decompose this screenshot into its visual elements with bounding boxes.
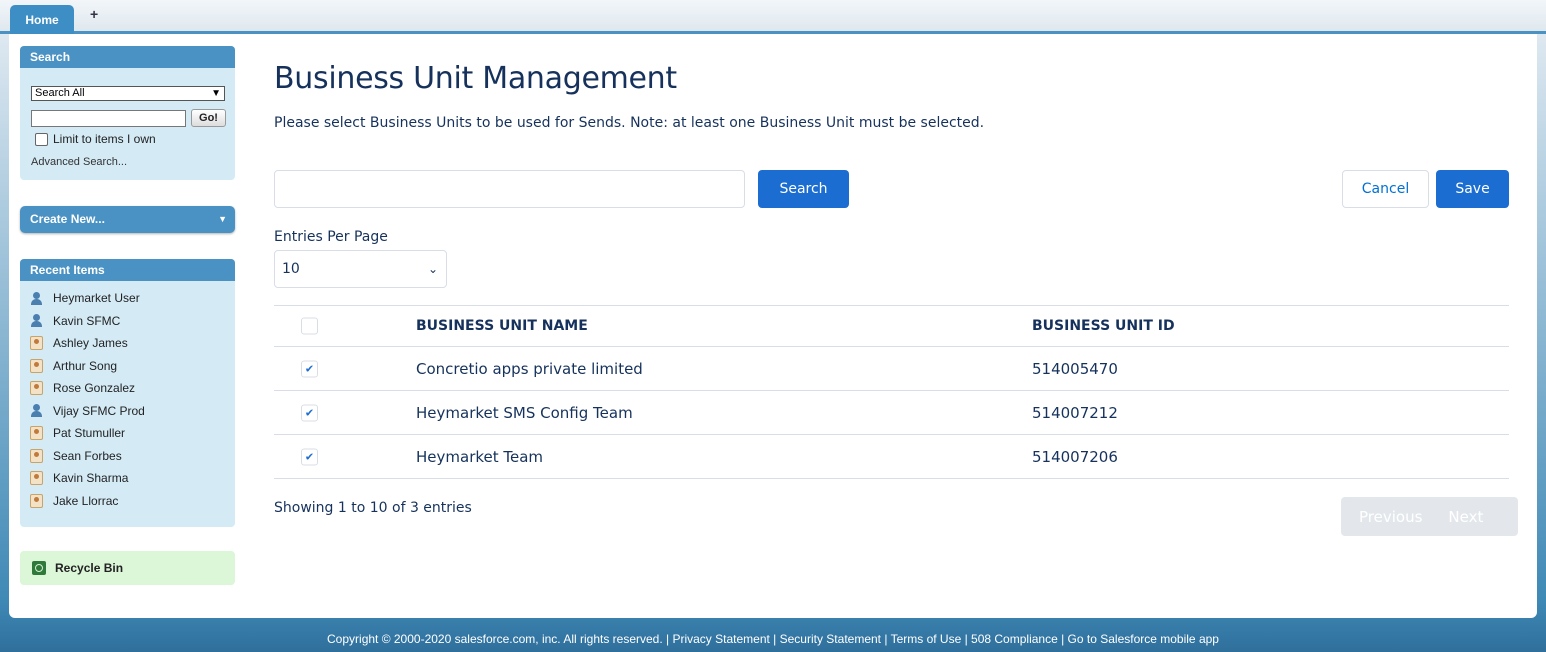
recent-item-label: Arthur Song bbox=[53, 358, 118, 373]
contact-icon bbox=[30, 493, 43, 508]
checkmark-icon: ✔ bbox=[304, 406, 315, 419]
contact-icon bbox=[30, 426, 43, 441]
business-unit-id: 514007206 bbox=[1032, 447, 1118, 466]
recent-item[interactable]: Vijay SFMC Prod bbox=[20, 400, 235, 423]
table-row: ✔ Heymarket SMS Config Team 514007212 bbox=[274, 391, 1509, 435]
contact-icon bbox=[30, 448, 43, 463]
showing-entries-text: Showing 1 to 10 of 3 entries bbox=[274, 500, 472, 516]
search-button[interactable]: Search bbox=[758, 170, 849, 208]
recycle-bin-link[interactable]: Recycle Bin bbox=[20, 551, 235, 585]
recent-items-header: Recent Items bbox=[20, 259, 235, 281]
recent-item-label: Jake Llorrac bbox=[53, 493, 119, 508]
recent-item-label: Pat Stumuller bbox=[53, 426, 126, 441]
recent-item-label: Ashley James bbox=[53, 336, 128, 351]
row-checkbox[interactable]: ✔ bbox=[301, 404, 318, 421]
chevron-down-icon: ⌄ bbox=[427, 262, 438, 276]
create-new-label: Create New... bbox=[30, 212, 105, 226]
recycle-bin-icon bbox=[32, 561, 46, 575]
tab-home[interactable]: Home bbox=[10, 5, 74, 34]
checkmark-icon: ✔ bbox=[304, 450, 315, 463]
business-unit-name: Heymarket SMS Config Team bbox=[416, 403, 633, 422]
limit-checkbox-row[interactable]: Limit to items I own bbox=[35, 132, 156, 146]
go-button[interactable]: Go! bbox=[191, 109, 226, 127]
business-unit-id: 514005470 bbox=[1032, 359, 1118, 378]
table-row: ✔ Concretio apps private limited 514005470 bbox=[274, 347, 1509, 391]
next-button[interactable]: Next bbox=[1448, 508, 1483, 526]
column-header-id[interactable]: BUSINESS UNIT ID bbox=[1032, 318, 1175, 334]
entries-per-page-label: Entries Per Page bbox=[274, 229, 388, 245]
create-new-button[interactable]: Create New... ▼ bbox=[20, 206, 235, 233]
table-header-row: BUSINESS UNIT NAME BUSINESS UNIT ID bbox=[274, 305, 1509, 347]
search-scope-select[interactable]: Search All ▼ bbox=[31, 86, 225, 101]
limit-checkbox-label: Limit to items I own bbox=[53, 132, 156, 146]
previous-button[interactable]: Previous bbox=[1359, 508, 1422, 526]
column-header-name[interactable]: BUSINESS UNIT NAME bbox=[416, 318, 588, 334]
recent-item-label: Sean Forbes bbox=[53, 448, 122, 463]
page-title: Business Unit Management bbox=[274, 61, 677, 96]
cancel-button[interactable]: Cancel bbox=[1342, 170, 1429, 208]
tab-bar: Home + bbox=[0, 0, 1546, 34]
recent-item[interactable]: Pat Stumuller bbox=[20, 422, 235, 445]
contact-icon bbox=[30, 358, 43, 373]
contact-icon bbox=[30, 336, 43, 351]
table-body: ✔ Concretio apps private limited 514005470… bbox=[274, 347, 1509, 479]
recent-items-list: Heymarket User Kavin SFMC Ashley James Arth… bbox=[20, 281, 235, 512]
footer: Copyright © 2000-2020 salesforce.com, in… bbox=[327, 632, 1219, 646]
recent-item[interactable]: Kavin SFMC bbox=[20, 310, 235, 333]
limit-checkbox[interactable] bbox=[35, 132, 48, 146]
select-all-cell bbox=[301, 317, 318, 335]
recent-item[interactable]: Jake Llorrac bbox=[20, 490, 235, 513]
advanced-search-link[interactable]: Advanced Search... bbox=[31, 156, 127, 168]
add-tab-icon[interactable]: + bbox=[90, 6, 98, 22]
main-frame: Search Search All ▼ Go! Limit to items I… bbox=[9, 34, 1537, 618]
business-unit-table: BUSINESS UNIT NAME BUSINESS UNIT ID ✔ Con… bbox=[274, 305, 1509, 479]
recent-item[interactable]: Sean Forbes bbox=[20, 445, 235, 468]
recent-item-label: Rose Gonzalez bbox=[53, 381, 136, 396]
recent-item[interactable]: Heymarket User bbox=[20, 287, 235, 310]
recent-item-label: Kavin SFMC bbox=[53, 313, 121, 328]
entries-per-page-value: 10 bbox=[282, 261, 300, 277]
page-subtitle: Please select Business Units to be used … bbox=[274, 115, 985, 131]
recent-item-label: Kavin Sharma bbox=[53, 471, 129, 486]
recent-item[interactable]: Kavin Sharma bbox=[20, 467, 235, 490]
sidebar-search-header: Search bbox=[20, 46, 235, 68]
select-all-checkbox[interactable] bbox=[301, 317, 318, 335]
recent-item-label: Vijay SFMC Prod bbox=[53, 403, 145, 418]
user-icon bbox=[30, 404, 43, 418]
recent-item[interactable]: Arthur Song bbox=[20, 355, 235, 378]
user-icon bbox=[30, 291, 43, 305]
business-unit-name: Heymarket Team bbox=[416, 447, 544, 466]
sidebar-search-box: Search Search All ▼ Go! Limit to items I… bbox=[20, 46, 235, 180]
business-unit-name: Concretio apps private limited bbox=[416, 359, 643, 378]
user-icon bbox=[30, 314, 43, 328]
recent-item-label: Heymarket User bbox=[53, 291, 140, 306]
row-select-cell: ✔ bbox=[301, 448, 318, 465]
recent-item[interactable]: Ashley James bbox=[20, 332, 235, 355]
pagination: Previous Next bbox=[1341, 497, 1518, 536]
recent-items-box: Recent Items Heymarket User Kavin SFMC Ash… bbox=[20, 259, 235, 527]
search-scope-value: Search All bbox=[35, 87, 85, 99]
row-select-cell: ✔ bbox=[301, 360, 318, 377]
row-checkbox[interactable]: ✔ bbox=[301, 360, 318, 377]
recycle-bin-label: Recycle Bin bbox=[55, 561, 124, 575]
table-row: ✔ Heymarket Team 514007206 bbox=[274, 435, 1509, 479]
save-button[interactable]: Save bbox=[1436, 170, 1509, 208]
row-select-cell: ✔ bbox=[301, 404, 318, 421]
chevron-down-icon: ▼ bbox=[211, 88, 221, 99]
entries-per-page-select[interactable]: 10 ⌄ bbox=[274, 250, 447, 288]
main-content: Business Unit Management Please select B… bbox=[274, 34, 1518, 618]
recent-item[interactable]: Rose Gonzalez bbox=[20, 377, 235, 400]
contact-icon bbox=[30, 471, 43, 486]
dropdown-arrow-icon: ▼ bbox=[218, 214, 227, 224]
contact-icon bbox=[30, 381, 43, 396]
row-checkbox[interactable]: ✔ bbox=[301, 448, 318, 465]
checkmark-icon: ✔ bbox=[304, 362, 315, 375]
sidebar-search-input[interactable] bbox=[31, 110, 186, 127]
business-unit-id: 514007212 bbox=[1032, 403, 1118, 422]
search-input[interactable] bbox=[274, 170, 745, 208]
